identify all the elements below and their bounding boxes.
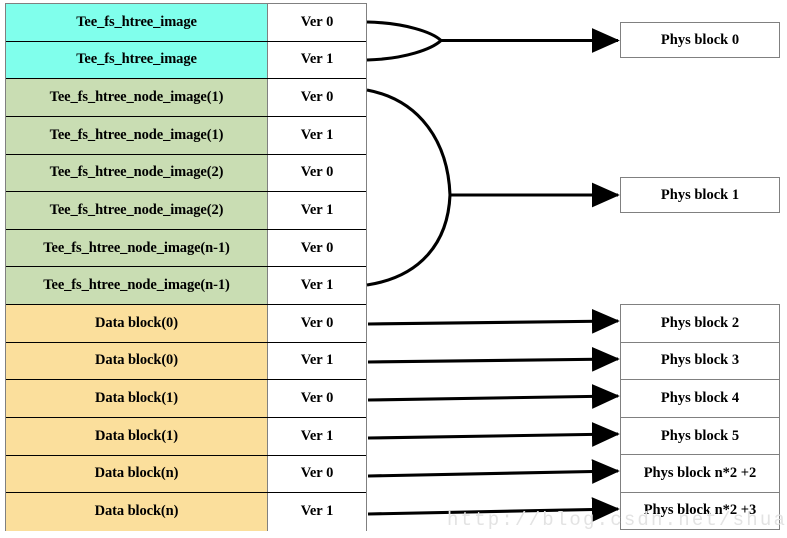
logical-block-name: Tee_fs_htree_node_image(1) — [6, 79, 268, 116]
connector-htree-image-to-phys0 — [366, 20, 620, 62]
logical-block-version: Ver 0 — [268, 79, 366, 116]
logical-block-version: Ver 1 — [268, 267, 366, 304]
logical-block-name: Tee_fs_htree_node_image(1) — [6, 116, 268, 154]
connector-datablock1-v0-to-phys4 — [367, 384, 620, 409]
table-row[interactable]: Data block(n) Ver 1 — [6, 493, 366, 531]
table-row[interactable]: Tee_fs_htree_node_image(n-1) Ver 0 — [6, 229, 366, 268]
logical-block-name: Data block(0) — [6, 305, 268, 342]
logical-block-name: Tee_fs_htree_node_image(n-1) — [6, 229, 268, 267]
logical-block-version: Ver 0 — [268, 455, 366, 493]
table-row[interactable]: Tee_fs_htree_image Ver 0 — [6, 4, 366, 42]
phys-block-0[interactable]: Phys block 0 — [620, 22, 780, 58]
table-row[interactable]: Tee_fs_htree_node_image(2) Ver 1 — [6, 192, 366, 230]
table-row[interactable]: Data block(1) Ver 0 — [6, 380, 366, 418]
table-row[interactable]: Tee_fs_htree_node_image(n-1) Ver 1 — [6, 267, 366, 305]
logical-block-name: Tee_fs_htree_image — [6, 4, 268, 41]
connector-datablock0-v0-to-phys2 — [367, 308, 620, 334]
connector-datablock0-v1-to-phys3 — [367, 346, 620, 372]
logical-block-version: Ver 0 — [268, 154, 366, 192]
phys-block-3[interactable]: Phys block 3 — [620, 341, 780, 380]
logical-block-version: Ver 0 — [268, 4, 366, 41]
logical-block-version: Ver 0 — [268, 305, 366, 342]
phys-block-1[interactable]: Phys block 1 — [620, 177, 780, 213]
logical-block-name: Data block(0) — [6, 342, 268, 380]
table-row[interactable]: Tee_fs_htree_image Ver 1 — [6, 41, 366, 80]
connector-htree-node-images-to-phys1 — [366, 88, 620, 287]
table-row[interactable]: Data block(0) Ver 0 — [6, 305, 366, 343]
table-row[interactable]: Data block(n) Ver 0 — [6, 455, 366, 494]
logical-block-table: Tee_fs_htree_image Ver 0 Tee_fs_htree_im… — [5, 3, 367, 531]
table-row[interactable]: Tee_fs_htree_node_image(1) Ver 0 — [6, 79, 366, 117]
logical-block-version: Ver 1 — [268, 41, 366, 79]
logical-block-name: Data block(1) — [6, 380, 268, 417]
logical-block-version: Ver 1 — [268, 342, 366, 380]
table-row[interactable]: Data block(0) Ver 1 — [6, 342, 366, 381]
logical-block-name: Tee_fs_htree_node_image(2) — [6, 192, 268, 229]
logical-block-name: Tee_fs_htree_image — [6, 41, 268, 79]
table-row[interactable]: Tee_fs_htree_node_image(1) Ver 1 — [6, 116, 366, 155]
table-row[interactable]: Tee_fs_htree_node_image(2) Ver 0 — [6, 154, 366, 193]
logical-block-version: Ver 1 — [268, 192, 366, 229]
connector-datablockn-v0-to-physn2plus2 — [367, 459, 620, 484]
diagram-canvas: Tee_fs_htree_image Ver 0 Tee_fs_htree_im… — [0, 0, 787, 538]
logical-block-version: Ver 0 — [268, 229, 366, 267]
phys-block-2[interactable]: Phys block 2 — [620, 304, 780, 342]
phys-block-n2-plus-2[interactable]: Phys block n*2 +2 — [620, 454, 780, 492]
logical-block-name: Data block(n) — [6, 493, 268, 531]
logical-block-name: Data block(1) — [6, 417, 268, 455]
logical-block-version: Ver 0 — [268, 380, 366, 417]
table-row[interactable]: Data block(1) Ver 1 — [6, 417, 366, 456]
logical-block-version: Ver 1 — [268, 417, 366, 455]
logical-block-version: Ver 1 — [268, 493, 366, 531]
logical-block-version: Ver 1 — [268, 116, 366, 154]
phys-block-4[interactable]: Phys block 4 — [620, 379, 780, 417]
connector-datablock1-v1-to-phys5 — [367, 422, 620, 447]
watermark-text: http://blog.csdn.net/shuaifengyun — [447, 509, 787, 531]
logical-block-name: Tee_fs_htree_node_image(2) — [6, 154, 268, 192]
logical-block-name: Data block(n) — [6, 455, 268, 493]
phys-block-5[interactable]: Phys block 5 — [620, 416, 780, 455]
logical-block-name: Tee_fs_htree_node_image(n-1) — [6, 267, 268, 304]
